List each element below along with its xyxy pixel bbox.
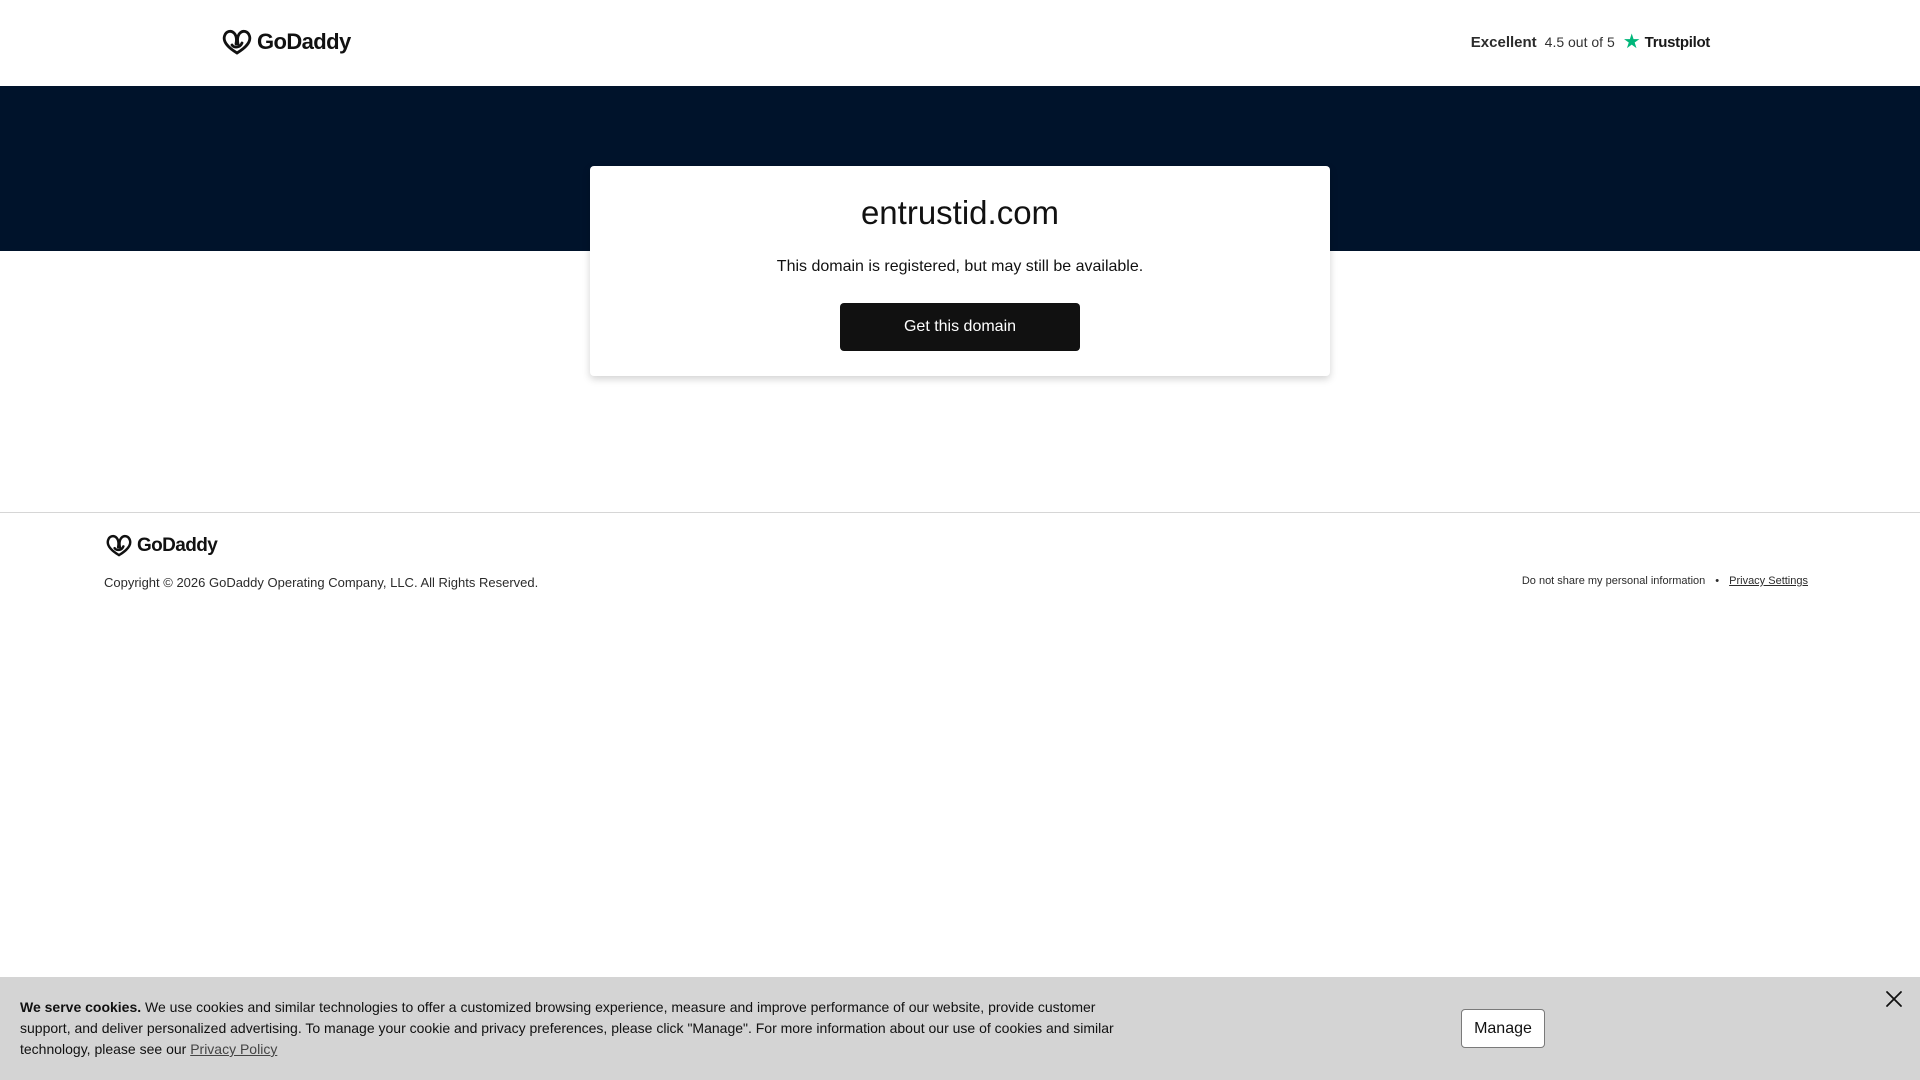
trustpilot-widget[interactable]: Excellent 4.5 out of 5 ★ Trustpilot — [1470, 31, 1711, 53]
footer-godaddy-logo[interactable]: GoDaddy — [105, 533, 218, 558]
site-footer: GoDaddy Copyright © 2026 GoDaddy Operati… — [0, 512, 1920, 622]
domain-card: entrustid.com This domain is registered,… — [590, 166, 1330, 376]
brand-name: GoDaddy — [257, 29, 351, 54]
page: GoDaddy Excellent 4.5 out of 5 ★ Trustpi… — [0, 0, 1920, 1080]
manage-cookies-button[interactable]: Manage — [1461, 1009, 1545, 1048]
copyright-text: Copyright © 2026 GoDaddy Operating Compa… — [104, 575, 539, 590]
footer-links: Do not share my personal information • P… — [1522, 575, 1808, 587]
cookie-message: We serve cookies. We use cookies and sim… — [20, 997, 1140, 1060]
trust-score: 4.5 out of 5 — [1544, 34, 1615, 50]
footer-brand-name: GoDaddy — [137, 534, 218, 556]
get-this-domain-button[interactable]: Get this domain — [840, 303, 1080, 351]
godaddy-heart-icon — [106, 534, 132, 557]
godaddy-heart-icon — [222, 29, 252, 55]
domain-status-message: This domain is registered, but may still… — [776, 258, 1144, 275]
site-header: GoDaddy Excellent 4.5 out of 5 ★ Trustpi… — [0, 0, 1920, 86]
privacy-policy-link[interactable]: Privacy Policy — [190, 1041, 277, 1057]
do-not-share-link[interactable]: Do not share my personal information — [1522, 575, 1705, 587]
trust-rating-label: Excellent — [1470, 33, 1537, 51]
close-x-glyph — [1886, 991, 1902, 1007]
cookie-heading: We serve cookies. — [20, 999, 142, 1015]
trustpilot-brand: Trustpilot — [1644, 33, 1711, 51]
trustpilot-star-icon: ★ — [1622, 31, 1641, 53]
link-separator: • — [1715, 575, 1720, 587]
privacy-settings-link[interactable]: Privacy Settings — [1729, 575, 1808, 587]
cookie-banner: We serve cookies. We use cookies and sim… — [0, 977, 1920, 1080]
godaddy-logo[interactable]: GoDaddy — [221, 28, 351, 56]
cookie-body: We use cookies and similar technologies … — [20, 999, 1114, 1057]
close-icon[interactable] — [1880, 985, 1908, 1013]
domain-name: entrustid.com — [860, 194, 1060, 231]
